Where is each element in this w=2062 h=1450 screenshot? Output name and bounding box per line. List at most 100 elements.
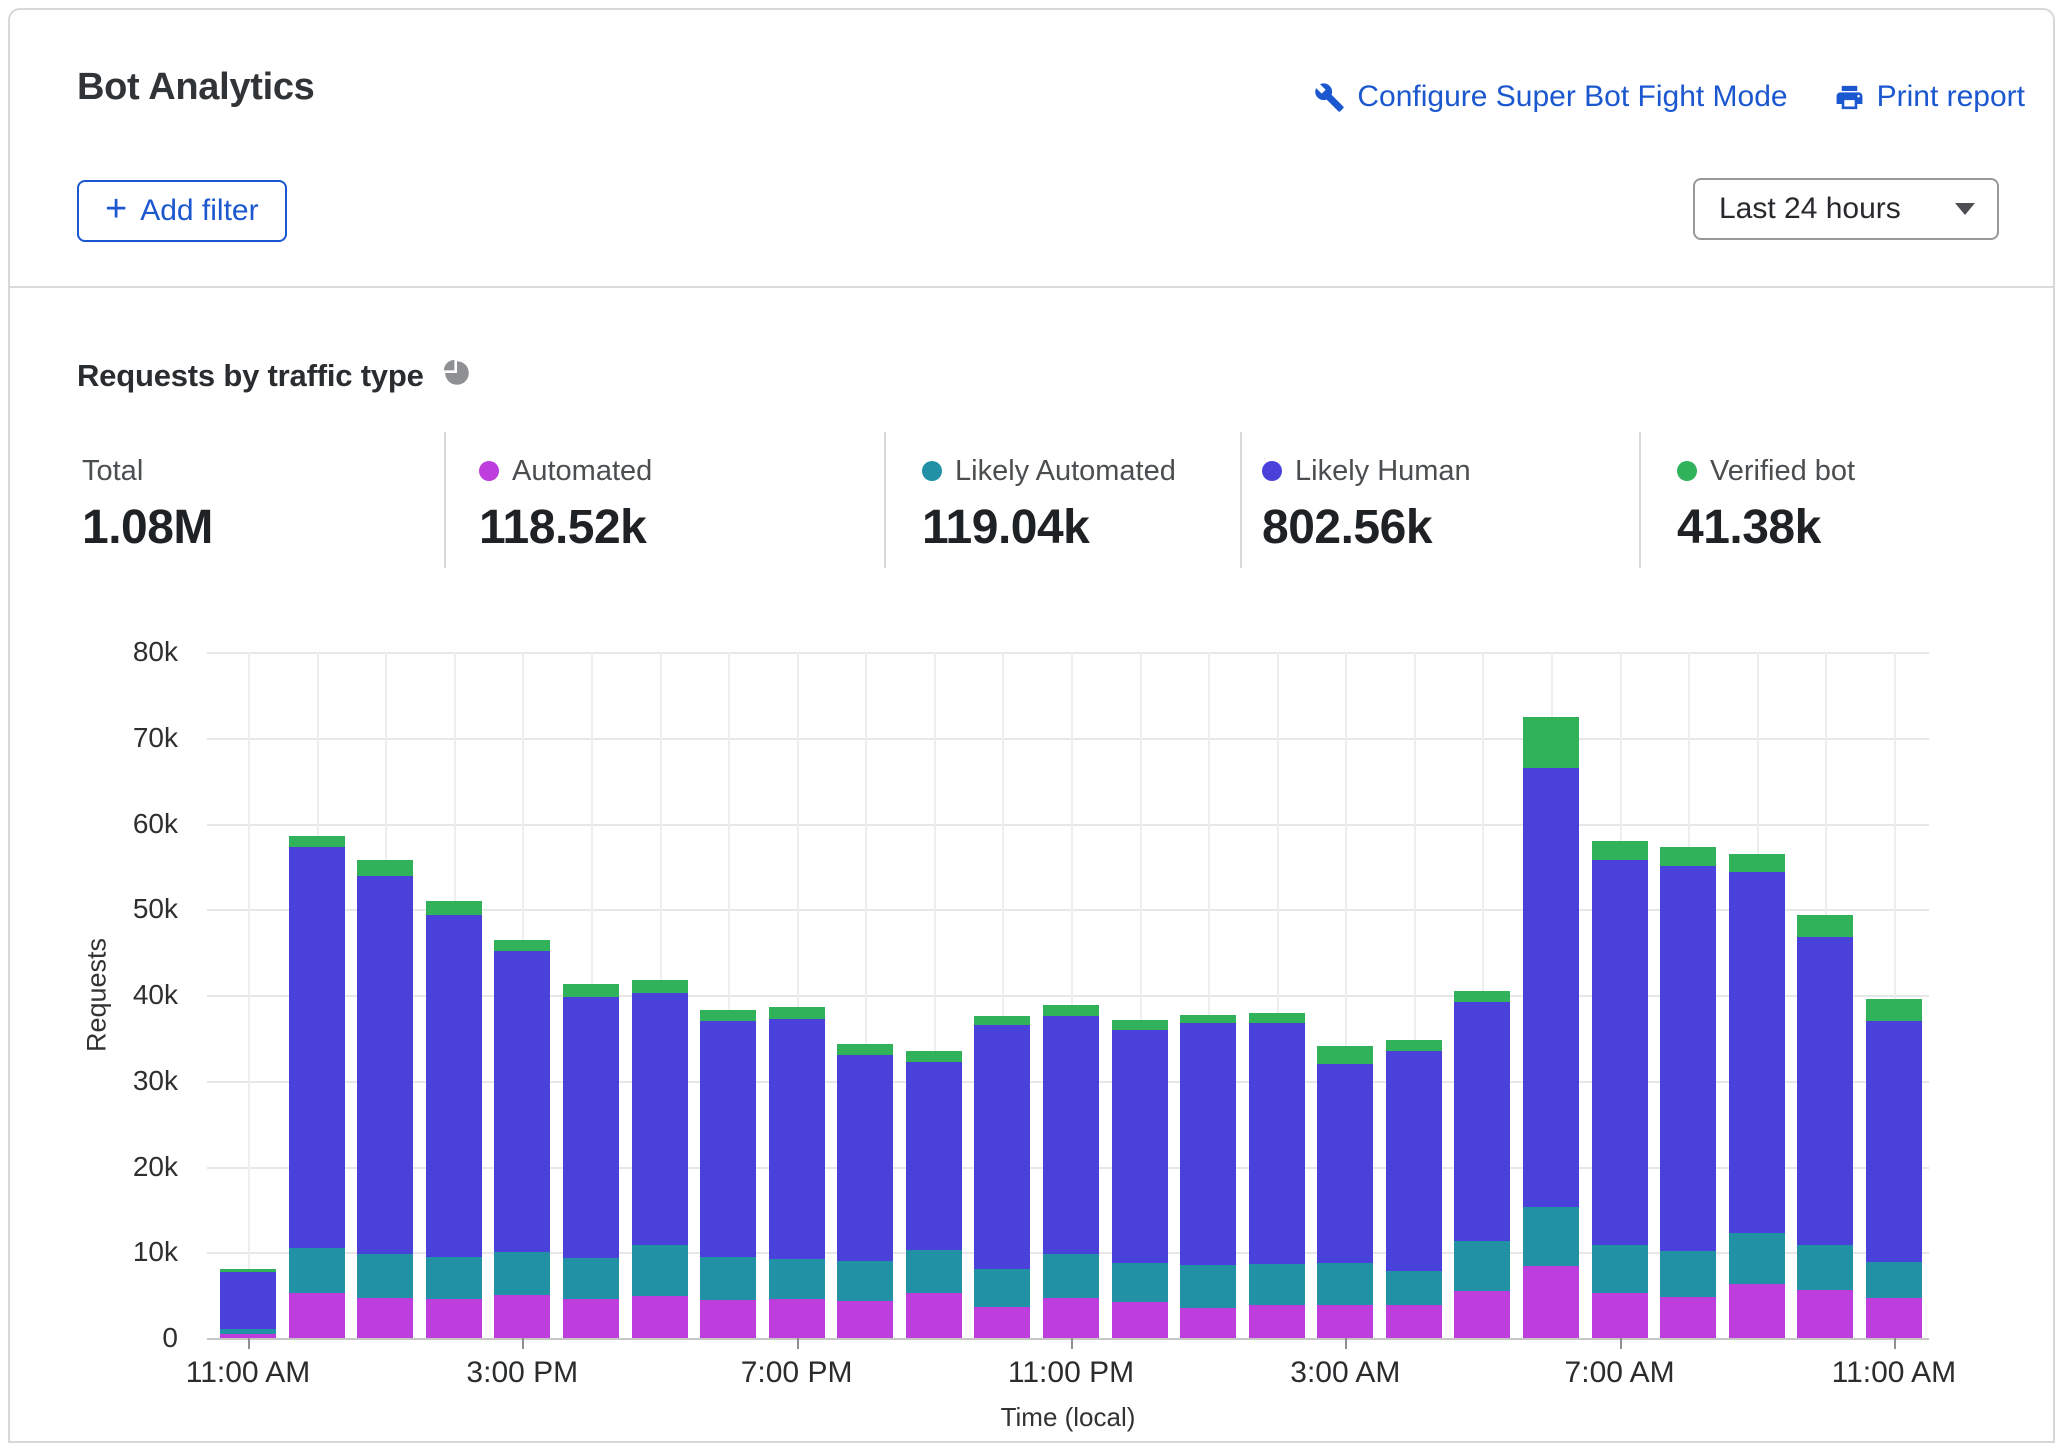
time-range-select[interactable]: Last 24 hours	[1693, 178, 1999, 240]
chart-bar-2-00-AM[interactable]	[1249, 1013, 1305, 1338]
bar-segment-verified-bot	[357, 860, 413, 875]
chart-bar-11-00-PM[interactable]	[1043, 1004, 1099, 1338]
bar-segment-likely-human	[563, 997, 619, 1259]
chart-bar-6-00-PM[interactable]	[700, 1010, 756, 1338]
legend-dot-icon	[1262, 461, 1282, 481]
chart-bar-2-00-PM[interactable]	[426, 901, 482, 1338]
bar-segment-likely-human	[1249, 1023, 1305, 1264]
stat-label: Likely Automated	[922, 454, 1176, 488]
bar-segment-verified-bot	[1249, 1013, 1305, 1023]
bar-segment-automated	[357, 1298, 413, 1338]
configure-super-bot-fight-mode-link[interactable]: Configure Super Bot Fight Mode	[1314, 80, 1787, 114]
bar-segment-verified-bot	[1454, 991, 1510, 1002]
bar-segment-likely-automated	[1112, 1263, 1168, 1302]
x-axis-line	[207, 1338, 1929, 1340]
chart-bar-11-00-AM[interactable]	[220, 1269, 276, 1339]
chart-bar-12-00-PM[interactable]	[289, 836, 345, 1338]
bar-segment-verified-bot	[837, 1044, 893, 1055]
x-axis-tick-label: 11:00 AM	[186, 1356, 311, 1390]
bar-segment-likely-automated	[632, 1245, 688, 1296]
bar-segment-automated	[1386, 1305, 1442, 1338]
bar-segment-verified-bot	[494, 940, 550, 951]
chart-bar-5-00-AM[interactable]	[1454, 991, 1510, 1338]
print-report-link[interactable]: Print report	[1834, 80, 2025, 114]
bar-segment-likely-automated	[1797, 1245, 1853, 1290]
bar-segment-automated	[1043, 1298, 1099, 1338]
header-links: Configure Super Bot Fight Mode Print rep…	[1314, 80, 2025, 114]
bar-segment-automated	[563, 1299, 619, 1338]
legend-dot-icon	[922, 461, 942, 481]
printer-icon	[1834, 82, 1865, 113]
chart-bar-7-00-PM[interactable]	[769, 1007, 825, 1338]
bar-segment-verified-bot	[563, 984, 619, 997]
chart-bar-3-00-AM[interactable]	[1317, 1046, 1373, 1338]
bar-segment-verified-bot	[974, 1016, 1030, 1025]
x-axis-tick-label: 11:00 PM	[1008, 1356, 1134, 1390]
bar-segment-automated	[494, 1295, 550, 1338]
stat-value: 119.04k	[922, 500, 1176, 555]
y-axis-tick-label: 20k	[68, 1151, 178, 1183]
chart-bar-1-00-AM[interactable]	[1180, 1015, 1236, 1338]
bar-segment-likely-human	[1866, 1021, 1922, 1262]
chart-bar-8-00-PM[interactable]	[837, 1044, 893, 1338]
bar-segment-likely-automated	[974, 1269, 1030, 1308]
bar-segment-verified-bot	[426, 901, 482, 916]
x-axis-tick	[1071, 1338, 1073, 1349]
chart-bar-10-00-AM[interactable]	[1797, 915, 1853, 1338]
x-axis-tick-label: 7:00 AM	[1565, 1356, 1675, 1390]
section-title-row: Requests by traffic type	[77, 356, 474, 395]
configure-link-label: Configure Super Bot Fight Mode	[1357, 80, 1787, 114]
chart-bar-7-00-AM[interactable]	[1592, 841, 1648, 1338]
x-axis-tick-label: 3:00 PM	[466, 1356, 578, 1390]
chart-bar-11-00-AM[interactable]	[1866, 999, 1922, 1338]
x-axis-tick	[797, 1338, 799, 1349]
chart-bar-4-00-PM[interactable]	[563, 984, 619, 1338]
y-axis-tick-label: 50k	[68, 893, 178, 925]
wrench-icon	[1314, 82, 1345, 113]
stat-likely-automated: Likely Automated 119.04k	[922, 454, 1176, 555]
chart-bar-12-00-AM[interactable]	[1112, 1020, 1168, 1338]
chart-bar-4-00-AM[interactable]	[1386, 1040, 1442, 1338]
bar-segment-automated	[632, 1296, 688, 1338]
bar-segment-verified-bot	[1317, 1046, 1373, 1064]
bar-segment-likely-automated	[1249, 1264, 1305, 1304]
bar-segment-automated	[769, 1299, 825, 1338]
x-axis-tick	[522, 1338, 524, 1349]
bar-segment-likely-human	[700, 1021, 756, 1257]
y-axis-tick-label: 0	[68, 1322, 178, 1354]
chart-bar-8-00-AM[interactable]	[1660, 847, 1716, 1338]
add-filter-button[interactable]: + Add filter	[77, 180, 287, 242]
bar-segment-likely-human	[906, 1062, 962, 1250]
bar-segment-likely-human	[1180, 1023, 1236, 1265]
stat-verified-bot: Verified bot41.38k	[1677, 454, 1855, 555]
stats-divider	[1639, 432, 1641, 568]
gridline-vertical	[248, 652, 250, 1338]
chart-bar-9-00-AM[interactable]	[1729, 854, 1785, 1339]
bar-segment-likely-automated	[1592, 1245, 1648, 1293]
bar-segment-likely-human	[769, 1019, 825, 1259]
chart-bar-9-00-PM[interactable]	[906, 1051, 962, 1338]
bar-segment-verified-bot	[769, 1007, 825, 1019]
bar-segment-automated	[1180, 1308, 1236, 1338]
chart-bar-6-00-AM[interactable]	[1523, 717, 1579, 1338]
bar-segment-automated	[426, 1299, 482, 1338]
bar-segment-likely-automated	[426, 1257, 482, 1298]
chart-bar-10-00-PM[interactable]	[974, 1016, 1030, 1338]
bar-segment-automated	[1660, 1297, 1716, 1338]
chart-bar-5-00-PM[interactable]	[632, 980, 688, 1338]
bar-segment-automated	[906, 1293, 962, 1338]
add-filter-label: Add filter	[140, 194, 258, 228]
bot-analytics-card: Bot Analytics Configure Super Bot Fight …	[8, 8, 2055, 1443]
chart-bar-3-00-PM[interactable]	[494, 940, 550, 1338]
chart-bar-1-00-PM[interactable]	[357, 860, 413, 1338]
bar-segment-likely-automated	[1454, 1241, 1510, 1291]
x-axis-tick	[248, 1338, 250, 1349]
x-axis-tick-label: 7:00 PM	[741, 1356, 853, 1390]
bar-segment-automated	[1249, 1305, 1305, 1338]
y-axis-tick-label: 10k	[68, 1236, 178, 1268]
page: Bot Analytics Configure Super Bot Fight …	[0, 0, 2062, 1450]
bar-segment-likely-automated	[700, 1257, 756, 1301]
x-axis-tick-label: 3:00 AM	[1290, 1356, 1400, 1390]
bar-segment-likely-automated	[1043, 1254, 1099, 1298]
stat-value: 118.52k	[479, 500, 652, 555]
